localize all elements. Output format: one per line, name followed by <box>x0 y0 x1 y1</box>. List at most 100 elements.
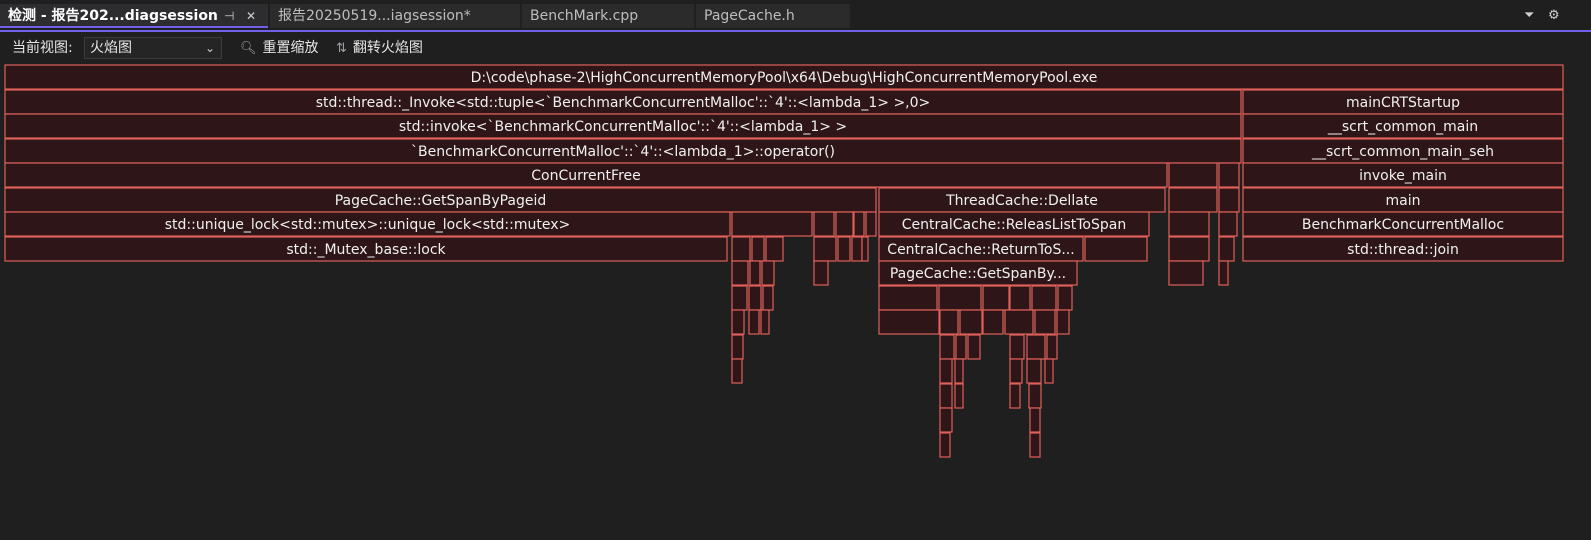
flame-frame-main[interactable]: main <box>1242 187 1564 213</box>
flame-frame[interactable] <box>938 285 982 311</box>
flame-frame[interactable] <box>762 285 774 311</box>
flame-frame[interactable] <box>751 236 765 262</box>
flame-frame[interactable] <box>1044 358 1054 384</box>
flame-frame[interactable] <box>1034 309 1056 335</box>
flame-frame[interactable] <box>731 260 749 286</box>
flame-frame[interactable] <box>939 432 951 458</box>
flame-frame[interactable] <box>1056 309 1070 335</box>
flame-frame[interactable] <box>1009 285 1031 311</box>
flame-frame[interactable] <box>731 285 748 311</box>
flame-frame-mutex-base-lock[interactable]: std::_Mutex_base::lock <box>4 236 728 262</box>
flame-frame[interactable] <box>761 260 775 286</box>
flame-frame[interactable] <box>835 211 854 237</box>
flame-frame-concurrent-free[interactable]: ConCurrentFree <box>4 162 1168 188</box>
flame-frame[interactable] <box>878 309 940 335</box>
flame-frame[interactable] <box>939 334 955 360</box>
flame-frame-invoke-main[interactable]: invoke_main <box>1242 162 1564 188</box>
flame-frame[interactable] <box>813 236 837 262</box>
flame-frame[interactable] <box>1028 383 1042 409</box>
flame-frame-get-span-by-pageid[interactable]: PageCache::GetSpanByPageid <box>4 187 877 213</box>
flame-frame[interactable] <box>1168 187 1218 213</box>
flame-frame[interactable] <box>861 236 869 262</box>
flame-frame[interactable] <box>959 309 983 335</box>
flame-frame-label: main <box>1386 193 1421 209</box>
flame-frame[interactable] <box>1218 211 1238 237</box>
flame-frame[interactable] <box>939 407 953 433</box>
flame-frame-invoke-thread[interactable]: std::thread::_Invoke<std::tuple<`Benchma… <box>4 89 1242 115</box>
flame-frame-label: std::_Mutex_base::lock <box>286 242 446 258</box>
flame-frame[interactable] <box>939 309 959 335</box>
flame-frame-release-list-to-span[interactable]: CentralCache::ReleasListToSpan <box>878 211 1150 237</box>
flame-frame-benchmark-concurrent-malloc[interactable]: BenchmarkConcurrentMalloc <box>1242 211 1564 237</box>
flame-frame[interactable] <box>813 260 829 286</box>
flame-frame[interactable] <box>865 211 877 237</box>
flame-frame[interactable] <box>954 358 964 384</box>
flame-frame[interactable] <box>853 211 865 237</box>
flame-frame[interactable] <box>1046 334 1058 360</box>
flame-frame[interactable] <box>765 236 784 262</box>
flame-frame[interactable] <box>1009 383 1021 409</box>
flame-frame[interactable] <box>939 358 953 384</box>
flame-frame-label: ThreadCache::Dellate <box>945 193 1098 209</box>
flame-frame-unique-lock[interactable]: std::unique_lock<std::mutex>::unique_loc… <box>4 211 731 237</box>
flame-frame-label: std::thread::_Invoke<std::tuple<`Benchma… <box>316 95 931 111</box>
flame-frame[interactable] <box>1029 407 1041 433</box>
flame-frame[interactable] <box>878 285 938 311</box>
flame-frame[interactable] <box>1218 162 1240 188</box>
flame-frame[interactable] <box>1004 309 1034 335</box>
flame-frame[interactable] <box>731 309 745 335</box>
flame-frame-get-span-by-trunc[interactable]: PageCache::GetSpanBy... <box>878 260 1078 286</box>
flame-frame[interactable] <box>1057 285 1073 311</box>
flame-frame[interactable] <box>982 309 1004 335</box>
flame-frame-main-crt-startup[interactable]: mainCRTStartup <box>1242 89 1564 115</box>
flame-frame-lambda-operator[interactable]: `BenchmarkConcurrentMalloc'::`4'::<lambd… <box>4 138 1242 164</box>
flame-frame[interactable] <box>1168 260 1204 286</box>
flame-frame[interactable] <box>851 236 863 262</box>
flame-frame[interactable] <box>760 309 770 335</box>
flame-frame[interactable] <box>967 334 981 360</box>
flame-frame[interactable] <box>1168 162 1218 188</box>
flame-frame[interactable] <box>1218 187 1240 213</box>
flame-frame-label: std::thread::join <box>1347 242 1459 258</box>
flame-frame[interactable] <box>955 334 967 360</box>
flame-frame[interactable] <box>939 383 953 409</box>
flame-frame[interactable] <box>1031 285 1057 311</box>
flame-frame[interactable] <box>731 334 744 360</box>
flame-frame-label: PageCache::GetSpanBy... <box>890 266 1066 282</box>
flame-frame[interactable] <box>813 211 835 237</box>
flame-frame[interactable] <box>1168 236 1210 262</box>
flame-frame-scrt-common-main[interactable]: __scrt_common_main <box>1242 113 1564 139</box>
flame-frame[interactable] <box>1084 236 1148 262</box>
flame-frame[interactable] <box>1029 432 1041 458</box>
flame-frame[interactable] <box>1218 260 1229 286</box>
flame-frame[interactable] <box>1026 334 1046 360</box>
flame-frame-label: std::invoke<`BenchmarkConcurrentMalloc':… <box>399 119 847 135</box>
flame-frame-thread-cache-dellate[interactable]: ThreadCache::Dellate <box>878 187 1166 213</box>
flame-frame-label: __scrt_common_main <box>1327 119 1478 135</box>
flame-frame[interactable] <box>837 236 851 262</box>
flame-frame-thread-join[interactable]: std::thread::join <box>1242 236 1564 262</box>
flame-frame-scrt-common-main-seh[interactable]: __scrt_common_main_seh <box>1242 138 1564 164</box>
flame-frame[interactable] <box>731 358 743 384</box>
flame-frame[interactable] <box>731 236 751 262</box>
flame-frame[interactable] <box>748 285 762 311</box>
flame-frame[interactable] <box>982 285 1010 311</box>
flame-frame-root[interactable]: D:\code\phase-2\HighConcurrentMemoryPool… <box>4 64 1564 90</box>
flame-frame-return-to-span[interactable]: CentralCache::ReturnToS... <box>878 236 1084 262</box>
flame-frame[interactable] <box>954 383 964 409</box>
flame-frame[interactable] <box>1168 211 1210 237</box>
flame-frame[interactable] <box>1009 334 1025 360</box>
flame-frame[interactable] <box>1218 236 1235 262</box>
flame-frame-label: `BenchmarkConcurrentMalloc'::`4'::<lambd… <box>411 144 835 160</box>
flame-frame[interactable] <box>731 211 813 237</box>
flame-frame-label: ConCurrentFree <box>531 168 641 184</box>
flame-frame-label: D:\code\phase-2\HighConcurrentMemoryPool… <box>471 70 1098 86</box>
flame-frame[interactable] <box>1026 358 1042 384</box>
flame-frame[interactable] <box>749 260 761 286</box>
flame-graph: D:\code\phase-2\HighConcurrentMemoryPool… <box>4 64 1564 458</box>
flame-frame[interactable] <box>748 309 760 335</box>
flame-frame-label: __scrt_common_main_seh <box>1311 144 1494 160</box>
flame-frame[interactable] <box>1009 358 1023 384</box>
flame-frame-std-invoke[interactable]: std::invoke<`BenchmarkConcurrentMalloc':… <box>4 113 1242 139</box>
flame-frame-label: invoke_main <box>1359 168 1447 184</box>
